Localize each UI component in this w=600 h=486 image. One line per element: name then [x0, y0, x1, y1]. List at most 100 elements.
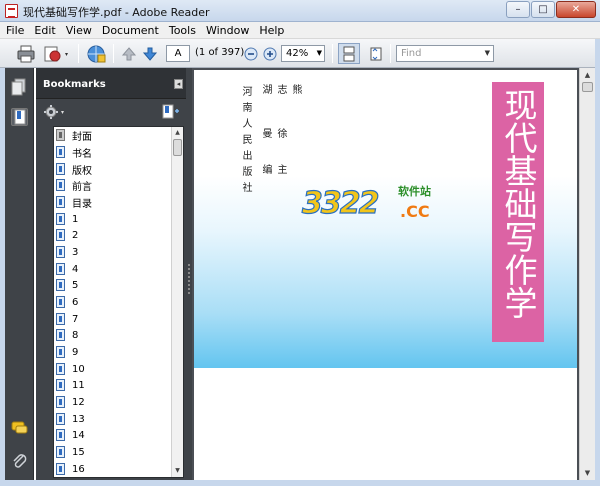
bookmark-item[interactable]: 16 — [54, 461, 170, 477]
menu-view[interactable]: View — [66, 24, 92, 37]
scroll-up-arrow-icon[interactable]: ▲ — [172, 127, 183, 139]
bookmark-item[interactable]: 6 — [54, 294, 170, 310]
zoom-out-button[interactable] — [243, 43, 258, 64]
find-placeholder: Find — [401, 48, 422, 59]
watermark-number: 3322 — [301, 185, 380, 221]
bookmark-icon — [56, 296, 65, 308]
menu-file[interactable]: File — [6, 24, 24, 37]
bookmark-item[interactable]: 5 — [54, 277, 170, 293]
scrolling-mode-button[interactable] — [338, 43, 360, 64]
bookmark-item[interactable]: 目录 — [54, 194, 170, 210]
previous-page-button[interactable] — [120, 43, 138, 64]
bookmarks-list: 封面 书名 版权 前言 目录 1 2 3 4 5 6 7 8 9 10 11 1… — [53, 126, 184, 478]
attachments-icon[interactable] — [11, 452, 28, 470]
options-button[interactable] — [43, 104, 69, 123]
bookmark-icon — [56, 196, 65, 208]
bookmark-item[interactable]: 4 — [54, 261, 170, 277]
document-scrollbar[interactable]: ▲ ▼ — [579, 68, 595, 480]
chevron-down-icon: ▼ — [316, 49, 322, 57]
toolbar: A (1 of 397) 42% ▼ Find ▼ — [0, 39, 600, 68]
publisher: 河南人民出版社 — [240, 86, 251, 198]
window-title: 现代基础写作学.pdf - Adobe Reader — [23, 6, 210, 19]
bookmark-icon — [56, 146, 65, 158]
arrow-down-icon — [142, 47, 158, 61]
bookmark-item[interactable]: 1 — [54, 211, 170, 227]
scroll-thumb[interactable] — [582, 82, 593, 92]
bookmarks-icon[interactable] — [11, 108, 28, 126]
maximize-button[interactable]: □ — [531, 1, 555, 18]
scroll-thumb[interactable] — [173, 139, 182, 156]
menu-tools[interactable]: Tools — [169, 24, 196, 37]
bookmark-item[interactable]: 15 — [54, 444, 170, 460]
gear-icon — [44, 105, 64, 119]
zoom-in-button[interactable] — [262, 43, 277, 64]
arrow-up-icon — [121, 46, 137, 60]
collapse-panel-button[interactable]: ◂ — [174, 79, 183, 89]
pages-icon[interactable] — [11, 78, 28, 96]
bookmark-icon — [56, 213, 65, 225]
bookmark-item[interactable]: 7 — [54, 311, 170, 327]
bookmark-item[interactable]: 12 — [54, 394, 170, 410]
zoom-select[interactable]: 42% ▼ — [281, 45, 325, 62]
bookmark-item[interactable]: 14 — [54, 427, 170, 443]
bookmark-icon — [56, 379, 65, 391]
close-button[interactable]: ✕ — [556, 1, 596, 18]
bookmark-icon — [56, 229, 65, 241]
bookmark-item[interactable]: 前言 — [54, 177, 170, 193]
bookmark-item[interactable]: 9 — [54, 344, 170, 360]
collaborate-button[interactable] — [84, 43, 108, 64]
menu-document[interactable]: Document — [102, 24, 159, 37]
window-frame-bottom — [0, 480, 600, 486]
fit-page-icon — [370, 47, 382, 60]
bookmark-item[interactable]: 3 — [54, 244, 170, 260]
bookmark-item[interactable]: 封面 — [54, 127, 170, 143]
bookmark-icon — [56, 313, 65, 325]
bookmark-icon — [56, 246, 65, 258]
splitter-grip[interactable] — [188, 264, 190, 294]
bookmark-icon — [56, 429, 65, 441]
printer-icon — [17, 45, 35, 62]
bookmark-icon — [56, 446, 65, 458]
comments-icon[interactable] — [11, 420, 28, 438]
bookmarks-header: Bookmarks ◂ — [36, 68, 186, 99]
bookmark-icon — [56, 263, 65, 275]
author-role: 主编 — [260, 164, 286, 180]
bookmarks-title: Bookmarks — [43, 79, 106, 90]
watermark-domain: .CC — [400, 202, 430, 221]
next-page-button[interactable] — [141, 43, 159, 64]
bookmark-item[interactable]: 书名 — [54, 144, 170, 160]
bookmark-item[interactable]: 11 — [54, 377, 170, 393]
window-frame-right — [595, 39, 600, 486]
find-input[interactable]: Find ▼ — [396, 45, 494, 62]
menu-edit[interactable]: Edit — [34, 24, 55, 37]
scroll-up-arrow-icon[interactable]: ▲ — [580, 68, 595, 82]
menu-help[interactable]: Help — [259, 24, 284, 37]
scroll-down-arrow-icon[interactable]: ▼ — [172, 465, 183, 477]
bookmark-item[interactable]: 版权 — [54, 161, 170, 177]
minimize-button[interactable]: – — [506, 1, 530, 18]
add-bookmark-icon — [162, 104, 179, 119]
create-pdf-button[interactable] — [42, 43, 72, 64]
watermark-tag: 软件站 — [398, 185, 431, 198]
book-title: 现代基础写作学 — [499, 88, 538, 319]
bookmark-item[interactable]: 13 — [54, 411, 170, 427]
page-number-input[interactable]: A — [166, 45, 190, 62]
fit-page-button[interactable] — [366, 43, 386, 64]
bookmarks-scrollbar[interactable]: ▲ ▼ — [171, 127, 183, 477]
continuous-page-icon — [343, 46, 355, 61]
print-button[interactable] — [14, 43, 38, 64]
watermark-logo: 3322 软件站 .CC — [301, 178, 452, 228]
bookmark-icon — [56, 346, 65, 358]
separator — [390, 44, 391, 63]
separator — [113, 44, 114, 63]
bookmark-item[interactable]: 10 — [54, 361, 170, 377]
scroll-down-arrow-icon[interactable]: ▼ — [580, 466, 595, 480]
zoom-out-icon — [244, 47, 257, 60]
menu-window[interactable]: Window — [206, 24, 249, 37]
document-area: 熊志湖 徐曼 主编 河南人民出版社 现代基础写作学 3322 软件站 .CC — [192, 68, 579, 480]
bookmark-item[interactable]: 8 — [54, 327, 170, 343]
bookmark-item[interactable]: 2 — [54, 227, 170, 243]
bookmark-icon — [56, 179, 65, 191]
menu-bar: File Edit View Document Tools Window Hel… — [0, 22, 600, 39]
new-bookmark-button[interactable] — [162, 104, 180, 123]
